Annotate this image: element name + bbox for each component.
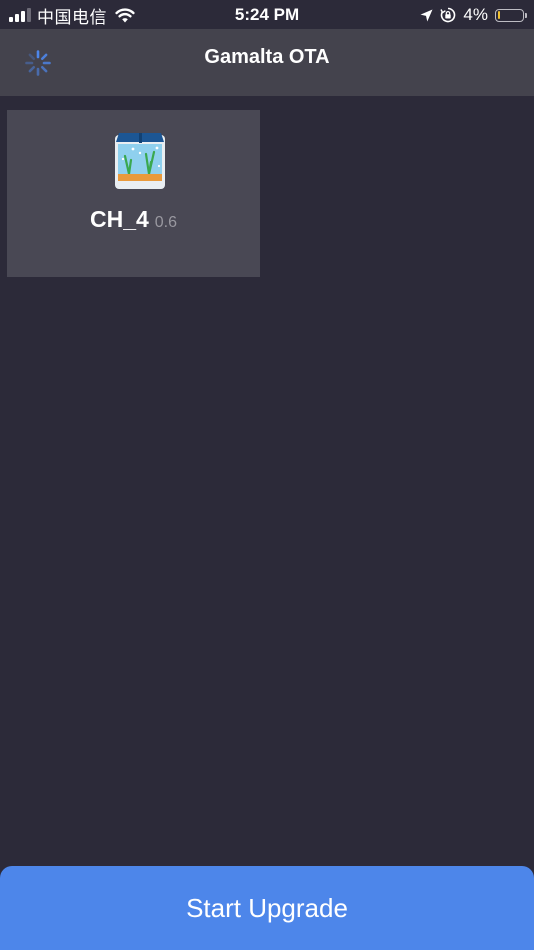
nav-bar: Gamalta OTA (0, 29, 534, 96)
device-card[interactable]: CH_4 0.6 (7, 110, 260, 277)
battery-level (497, 11, 500, 19)
device-name: CH_4 (89, 206, 149, 232)
device-label: CH_4 0.6 (7, 206, 260, 233)
battery-percent: 4% (463, 5, 488, 24)
start-upgrade-button[interactable]: Start Upgrade (0, 866, 534, 950)
status-bar-right: 4% (420, 4, 527, 26)
location-arrow-icon (420, 9, 433, 21)
orientation-lock-icon (440, 7, 456, 23)
battery-icon (495, 8, 527, 22)
device-version: 0.6 (154, 214, 178, 231)
status-bar: 中国电信 5:24 PM 4% (0, 0, 534, 29)
page-title: Gamalta OTA (204, 46, 330, 68)
aquarium-icon (115, 133, 165, 189)
